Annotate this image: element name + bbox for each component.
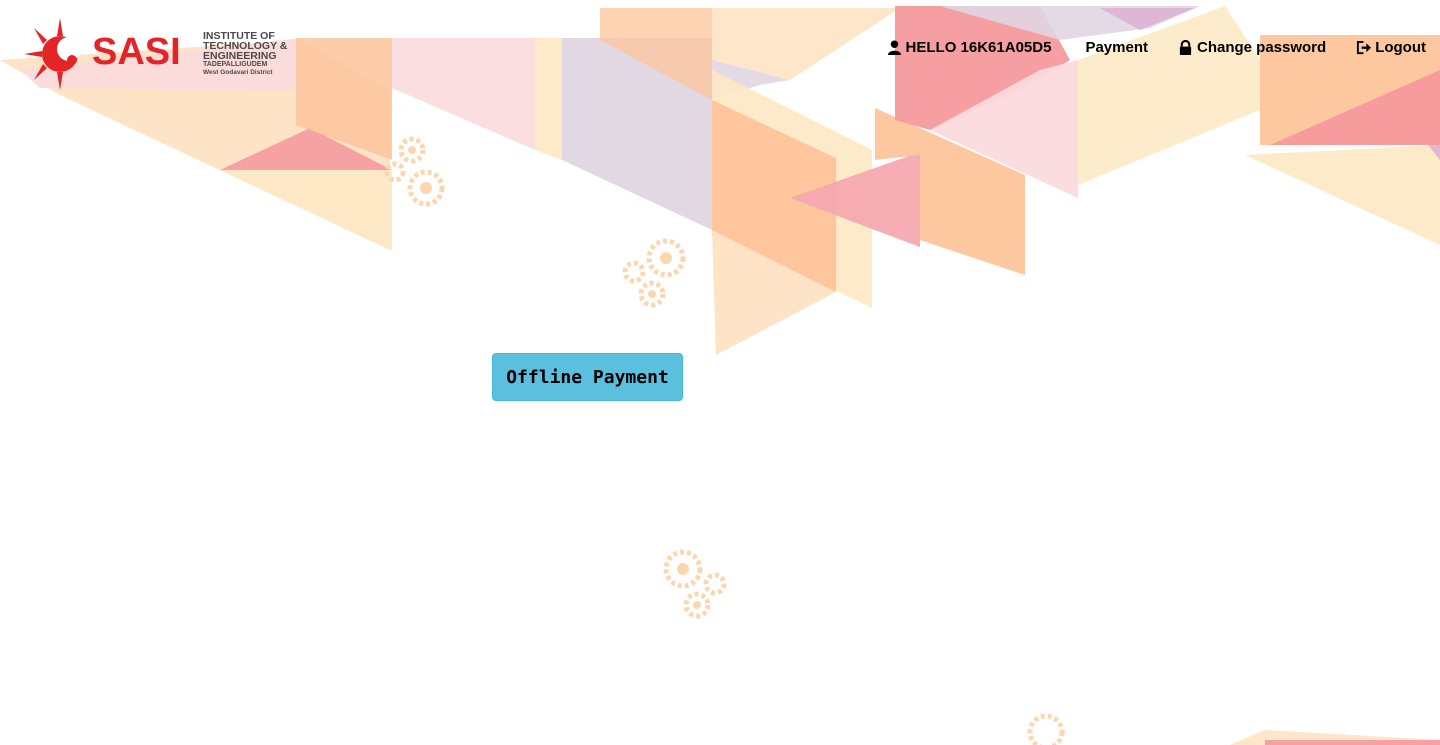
logo-line-4: TADEPALLIGUDEM <box>203 61 268 68</box>
nav-change-password-link[interactable]: Change password <box>1178 39 1326 56</box>
sign-out-icon <box>1357 40 1372 54</box>
top-nav: HELLO 16K61A05D5 Payment Change password… <box>887 36 1426 58</box>
nav-logout-label: Logout <box>1375 38 1426 56</box>
nav-logout-link[interactable]: Logout <box>1356 39 1426 56</box>
nav-payment-label: Payment <box>1085 38 1148 56</box>
decorative-background <box>0 6 1440 745</box>
nav-change-password-label: Change password <box>1196 38 1327 56</box>
institute-logo[interactable]: SASI INSTITUTE OF TECHNOLOGY & ENGINEERI… <box>22 16 292 92</box>
lock-icon <box>1179 39 1192 55</box>
user-greeting: HELLO 16K61A05D5 <box>887 38 1052 56</box>
logo-line-3: ENGINEERING <box>203 50 277 62</box>
logo-line-5: West Godavari District <box>203 69 273 76</box>
offline-payment-button[interactable]: Offline Payment <box>492 353 683 401</box>
greeting-text: HELLO 16K61A05D5 <box>905 38 1052 56</box>
user-icon <box>887 39 901 55</box>
page: SASI INSTITUTE OF TECHNOLOGY & ENGINEERI… <box>0 0 1440 745</box>
logo-brand-text: SASI <box>92 31 181 73</box>
nav-payment-link[interactable]: Payment <box>1085 39 1148 56</box>
sun-emblem-icon <box>24 18 81 90</box>
logo-institute-name: INSTITUTE OF TECHNOLOGY & ENGINEERING TA… <box>203 31 293 77</box>
